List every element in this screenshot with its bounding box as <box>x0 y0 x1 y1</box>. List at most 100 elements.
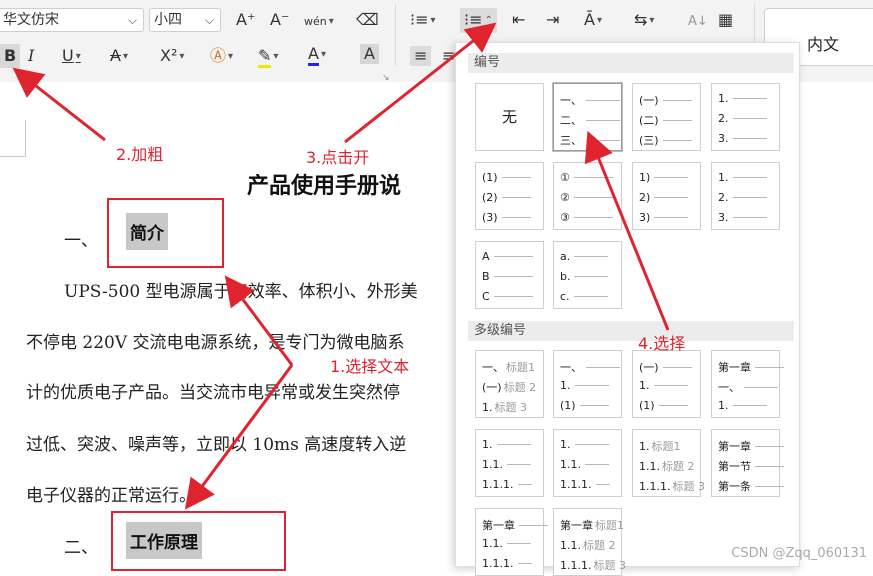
bold-button[interactable]: B <box>0 44 21 68</box>
multilevel-option[interactable]: 一、 1. (1) <box>553 350 622 418</box>
bullet-list-icon: ⁝≡ <box>410 10 429 29</box>
char-shading-button[interactable]: A <box>360 44 379 64</box>
numbering-preview-row: 2. <box>718 112 767 125</box>
clear-format-button[interactable]: ⌫ <box>356 10 379 30</box>
document-title: 产品使用手册说 <box>247 173 402 199</box>
numbering-option[interactable]: 1. 2. 3. <box>711 83 780 151</box>
align-center-button[interactable]: ≡ <box>442 46 455 66</box>
font-name-select[interactable]: 华文仿宋 ⌵ <box>0 8 144 32</box>
numbering-preview-row: 1. <box>482 438 531 451</box>
numbered-list-icon: ⁝≡ <box>464 10 483 29</box>
numbering-option[interactable]: 一、 二、 三、 <box>553 83 622 151</box>
numbering-preview-row: (1) <box>560 399 609 412</box>
table-grid-button[interactable]: ▦ <box>718 10 733 30</box>
numbering-marker: 1.1.1. <box>639 479 671 493</box>
numbering-preview-row: 第一章 标题1 <box>560 517 624 533</box>
numbering-preview-row: (1) <box>482 171 531 184</box>
numbering-marker: 1.1. <box>482 458 503 471</box>
placeholder-line <box>732 217 767 218</box>
annotation-step3: 3.点击开 <box>306 148 370 167</box>
placeholder-line <box>732 138 767 139</box>
numbering-preview-row: A <box>482 250 533 263</box>
underline-button[interactable]: U ▾ <box>62 46 81 67</box>
highlight-button[interactable]: ✎ ▾ <box>258 46 278 68</box>
numbering-marker: 3) <box>639 211 651 224</box>
placeholder-line <box>586 366 620 368</box>
bold-label: B <box>4 46 17 65</box>
bullet-list-button[interactable]: ⁝≡ ▾ <box>410 10 436 31</box>
numbering-preview-row: ③ <box>560 211 613 224</box>
numbering-marker: 第一章 <box>718 361 751 374</box>
text-direction-button[interactable]: Ā ▾ <box>584 10 602 31</box>
placeholder-line <box>732 177 767 178</box>
heading-style-label: 标题 3 <box>593 559 627 572</box>
numbering-option[interactable]: a. b. c. <box>553 241 622 309</box>
text-effect-button[interactable]: Ⓐ ▾ <box>210 46 233 67</box>
numbering-option[interactable]: 1) 2) 3) <box>632 162 701 230</box>
multilevel-option[interactable]: 第一章 一、 1. <box>711 350 784 418</box>
numbering-preview-row: 1. <box>718 92 767 105</box>
grow-font-button[interactable]: A⁺ <box>236 10 255 30</box>
heading1-number: 一、 <box>64 231 98 251</box>
placeholder-line <box>517 563 532 564</box>
numbering-option[interactable]: (1) (2) (3) <box>475 162 544 230</box>
paragraph-line: 过低、突波、噪声等，立即以 10ms 高速度转入逆 <box>26 435 407 455</box>
multilevel-option[interactable]: 第一章 1.1. 1.1.1. <box>475 508 548 576</box>
placeholder-line <box>744 386 778 388</box>
heading-style-label: 标题 2 <box>662 460 695 473</box>
superscript-button[interactable]: X² ▾ <box>160 46 184 67</box>
multilevel-option[interactable]: (一) 1. (1) <box>632 350 701 418</box>
numbering-preview-row: ② <box>560 191 613 204</box>
strikethrough-button[interactable]: A ▾ <box>110 46 128 67</box>
numbering-preview-row: a. <box>560 250 609 263</box>
numbering-preview-row: 1) <box>639 171 689 184</box>
numbering-option[interactable]: 1. 2. 3. <box>711 162 780 230</box>
placeholder-line <box>493 276 533 277</box>
numbering-option[interactable]: ① ② ③ <box>553 162 622 230</box>
shrink-font-button[interactable]: A⁻ <box>270 10 289 30</box>
placeholder-line <box>755 485 784 487</box>
decrease-indent-button[interactable]: ⇤ <box>512 10 525 30</box>
align-left-icon: ≡ <box>414 46 428 65</box>
font-size-select[interactable]: 小四 ⌵ <box>149 8 221 32</box>
numbering-marker: 1.1.1. <box>482 557 514 570</box>
placeholder-line <box>595 484 610 485</box>
chevron-down-icon: ⌵ <box>204 13 214 27</box>
numbering-marker: 一、 <box>482 361 504 374</box>
numbering-marker: 1. <box>639 379 650 392</box>
numbering-preview-row: 第一章 <box>718 438 784 454</box>
placeholder-line <box>507 464 531 465</box>
numbering-preview-row: 1.1.1. <box>560 478 610 491</box>
numbering-marker: 1.1.1. <box>560 558 592 572</box>
numbering-preview-row: 一、 <box>560 359 620 375</box>
multilevel-option[interactable]: 1. 标题1 1.1. 标题 2 1.1.1. 标题 3 <box>632 429 705 497</box>
align-left-button[interactable]: ≡ <box>410 46 432 66</box>
eraser-icon: ⌫ <box>356 10 379 29</box>
numbered-list-button[interactable]: ⁝≡ ⌃ <box>460 8 497 33</box>
heading-style-label: 标题1 <box>595 519 624 532</box>
placeholder-line <box>732 98 767 99</box>
numbering-option[interactable]: ABC <box>475 241 544 309</box>
numbering-marker: 第一章 <box>560 519 593 532</box>
numbering-preview-row: ① <box>560 171 613 184</box>
increase-indent-button[interactable]: ⇥ <box>546 10 559 30</box>
numbering-marker: a. <box>560 250 571 263</box>
multilevel-option[interactable]: 第一章 第一节 第一条 <box>711 429 784 497</box>
line-spacing-button[interactable]: ⇆ ▾ <box>634 10 654 31</box>
multilevel-option[interactable]: 第一章 标题1 1.1. 标题 2 1.1.1. 标题 3 <box>553 508 626 576</box>
numbering-preview-row: 1. 标题 3 <box>482 399 527 415</box>
numbering-preview-row: 2) <box>639 191 689 204</box>
multilevel-option[interactable]: 1. 1.1. 1.1.1. <box>553 429 622 497</box>
numbering-preview-row: b. <box>560 270 609 283</box>
italic-button[interactable]: I <box>28 46 34 66</box>
numbering-option-none[interactable]: 无 <box>475 83 544 151</box>
phonetic-guide-button[interactable]: wén ▾ <box>304 12 334 32</box>
placeholder-line <box>653 385 688 386</box>
placeholder-line <box>574 385 609 386</box>
placeholder-line <box>501 197 531 198</box>
multilevel-option[interactable]: 1. 1.1. 1.1.1. <box>475 429 544 497</box>
sort-button[interactable]: A↓ <box>688 12 708 32</box>
multilevel-option[interactable]: 一、 标题1 (一) 标题 2 1. 标题 3 <box>475 350 544 418</box>
numbering-option[interactable]: (一) (二) (三) <box>632 83 701 151</box>
font-color-button[interactable]: A ▾ <box>308 44 326 66</box>
